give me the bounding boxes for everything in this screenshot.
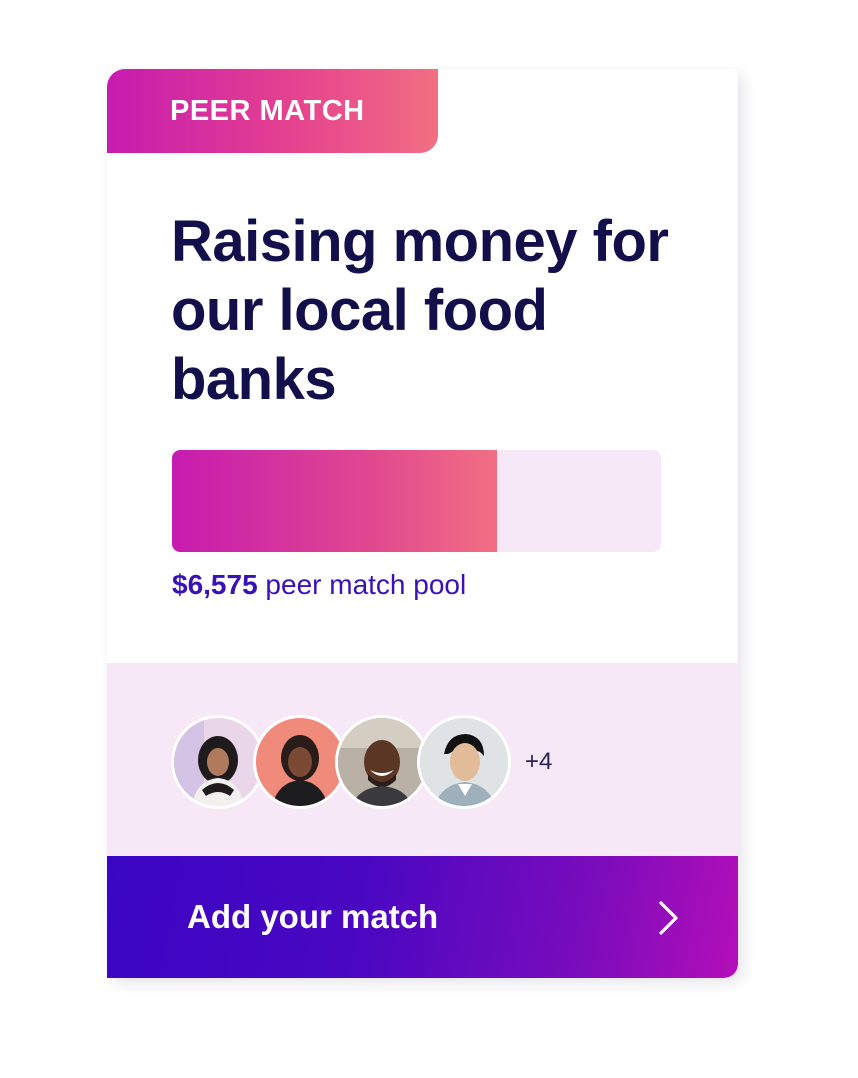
peer-match-card: PEER MATCH Raising money for our local f… — [107, 69, 738, 978]
pool-amount: $6,575 — [172, 569, 258, 600]
avatar — [335, 715, 429, 809]
pool-summary: $6,575 peer match pool — [172, 569, 466, 601]
avatar — [253, 715, 347, 809]
add-your-match-label: Add your match — [187, 898, 439, 935]
supporters-panel: +4 — [107, 663, 738, 856]
chevron-right-icon — [658, 900, 680, 936]
peer-match-tag: PEER MATCH — [107, 69, 438, 153]
avatar — [417, 715, 511, 809]
avatar — [171, 715, 265, 809]
add-your-match-button[interactable]: Add your match — [107, 856, 738, 978]
avatar-stack: +4 — [171, 715, 552, 809]
progress-bar-fill — [172, 450, 498, 552]
more-supporters-count: +4 — [525, 748, 553, 775]
campaign-headline: Raising money for our local food banks — [171, 209, 669, 412]
pool-label: peer match pool — [257, 569, 467, 600]
progress-bar — [172, 450, 661, 552]
